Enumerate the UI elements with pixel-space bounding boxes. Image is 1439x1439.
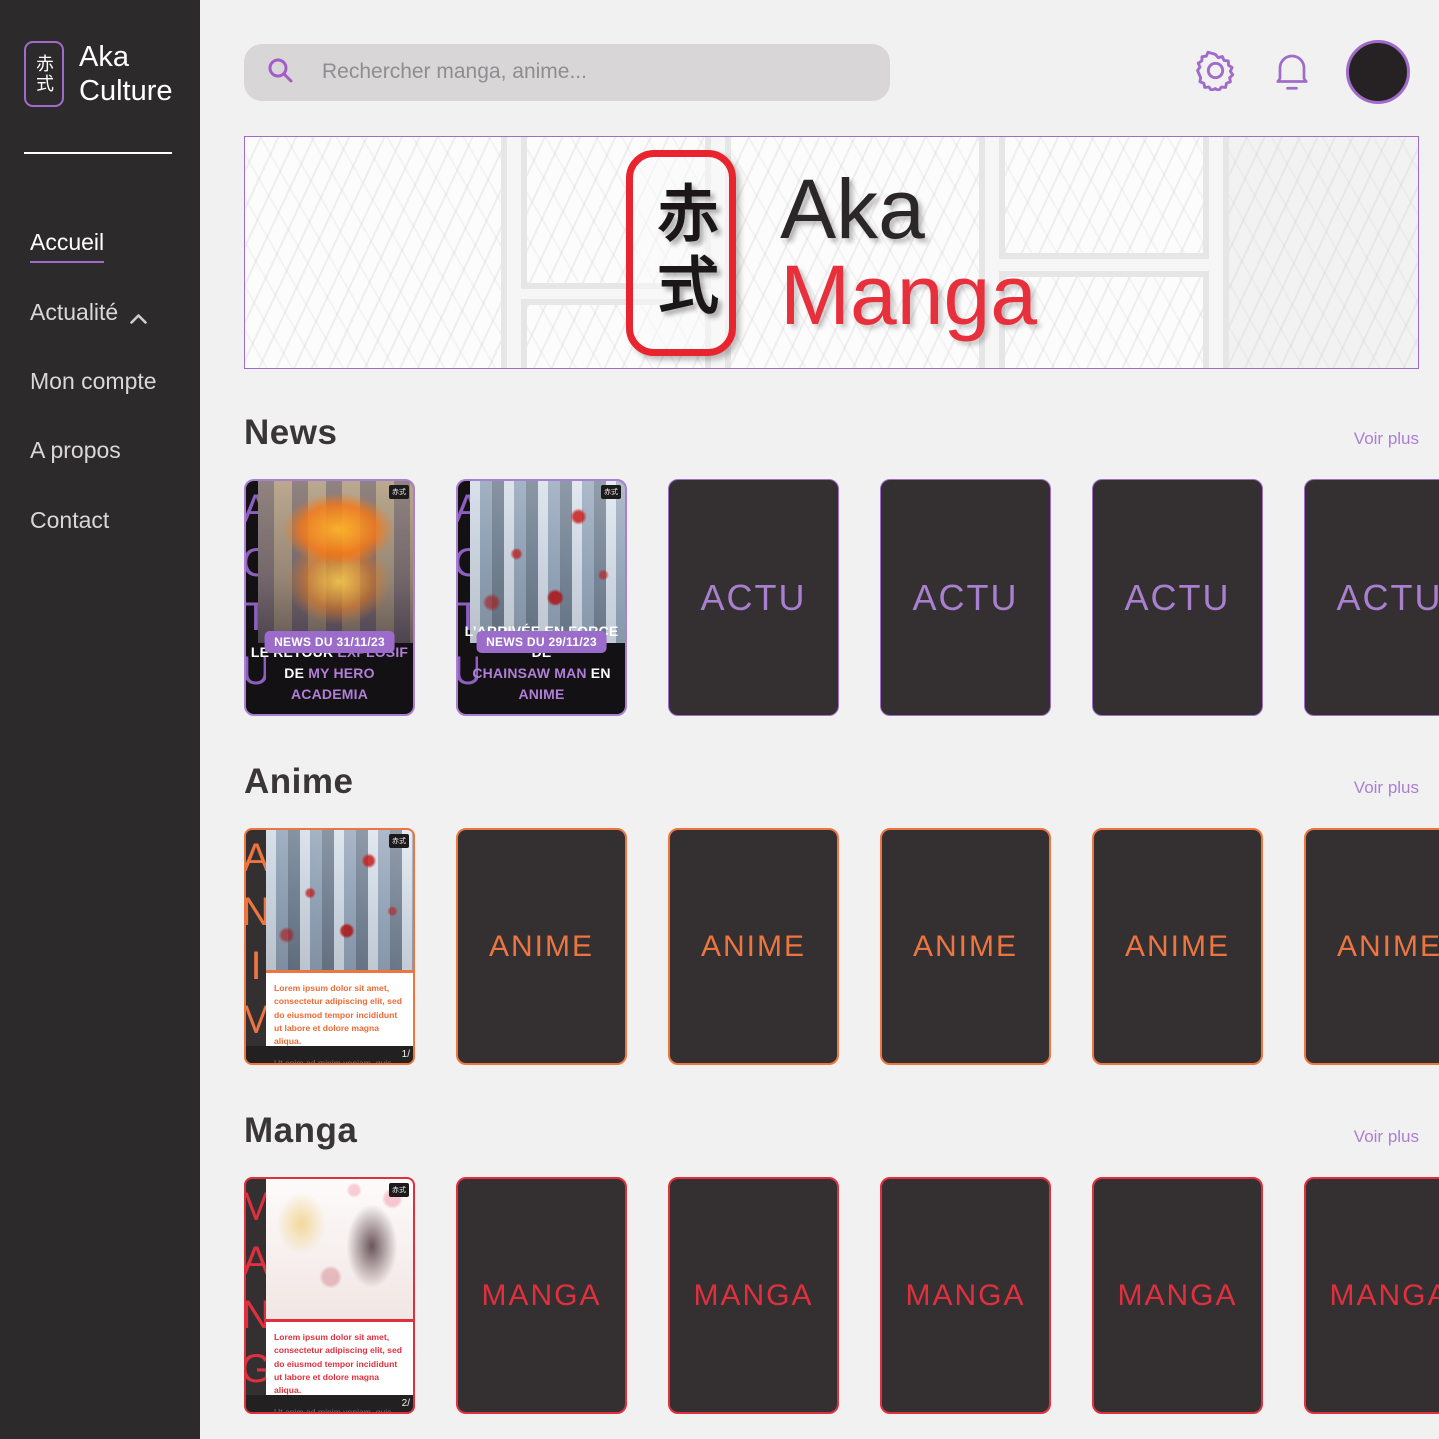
search-bar[interactable] — [244, 44, 890, 101]
section-title-anime: Anime — [244, 762, 353, 802]
news-placeholder-card[interactable]: ACTU — [1304, 479, 1439, 716]
manga-placeholder-card[interactable]: MANGA — [1304, 1177, 1439, 1414]
settings-button[interactable] — [1195, 50, 1236, 94]
anime-placeholder-card[interactable]: ANIME — [668, 828, 839, 1065]
manga-placeholder-card[interactable]: MANGA — [668, 1177, 839, 1414]
news-placeholder-card[interactable]: ACTU — [668, 479, 839, 716]
anime-placeholder-card[interactable]: ANIME — [1092, 828, 1263, 1065]
sidebar-nav: Accueil Actualité Mon compte A propos Co… — [24, 230, 200, 576]
sidebar-divider — [24, 152, 172, 154]
banner-kanji-badge: 赤式 — [626, 150, 736, 356]
sidebar-item-a-propos[interactable]: A propos — [30, 438, 200, 470]
card-lead-text: Lorem ipsum dolor sit amet, consectetur … — [274, 1331, 405, 1398]
hero-banner: 赤式 Aka Manga — [244, 136, 1419, 369]
manga-card-text: Lorem ipsum dolor sit amet, consectetur … — [266, 1322, 413, 1395]
manga-placeholder-card[interactable]: MANGA — [456, 1177, 627, 1414]
manga-voir-plus-link[interactable]: Voir plus — [1354, 1127, 1419, 1147]
manga-placeholder-card[interactable]: MANGA — [1092, 1177, 1263, 1414]
logo-kanji-badge: 赤式 — [24, 41, 64, 107]
anime-card-text: Lorem ipsum dolor sit amet, consectetur … — [266, 973, 413, 1046]
sidebar-item-actualite[interactable]: Actualité — [30, 300, 200, 332]
caption-text: DE — [284, 665, 308, 681]
sidebar-item-label: Accueil — [30, 230, 104, 262]
caption-text: EN — [587, 665, 611, 681]
app-logo: 赤式 Aka Culture — [24, 40, 200, 108]
main-content: 赤式 Aka Manga News Voir plus ACTU 赤式 NEWS… — [200, 0, 1439, 1439]
anime-placeholder-card[interactable]: ANIME — [880, 828, 1051, 1065]
manga-card-image: 赤式 — [266, 1179, 413, 1319]
app-name-line2: Culture — [79, 74, 173, 108]
anime-row: ANIME 赤式 Lorem ipsum dolor sit amet, con… — [244, 828, 1439, 1065]
card-lead-text: Lorem ipsum dolor sit amet, consectetur … — [274, 982, 405, 1049]
anime-card-image: 赤式 — [266, 830, 413, 970]
sidebar-item-accueil[interactable]: Accueil — [30, 230, 200, 262]
caption-text-highlight: CHAINSAW MAN — [472, 665, 586, 681]
search-input[interactable] — [320, 59, 868, 85]
news-voir-plus-link[interactable]: Voir plus — [1354, 429, 1419, 449]
notifications-button[interactable] — [1274, 50, 1310, 95]
card-vertical-label: MANGA — [246, 1179, 266, 1412]
anime-voir-plus-link[interactable]: Voir plus — [1354, 778, 1419, 798]
anime-section-header: Anime Voir plus — [244, 762, 1419, 802]
news-row: ACTU 赤式 NEWS DU 31/11/23 LE RETOUR EXPLO… — [244, 479, 1439, 716]
news-date-badge: NEWS DU 31/11/23 — [264, 631, 395, 653]
news-card-chainsaw-man[interactable]: ACTU 赤式 NEWS DU 29/11/23 L’ARRIVÉE EN FO… — [456, 479, 627, 716]
news-placeholder-card[interactable]: ACTU — [880, 479, 1051, 716]
sidebar: 赤式 Aka Culture Accueil Actualité Mon com… — [0, 0, 200, 1439]
sidebar-item-label: A propos — [30, 438, 121, 470]
card-body-text: Ut enim ad minim veniam, quis nostrud ex… — [274, 1057, 405, 1065]
sidebar-item-mon-compte[interactable]: Mon compte — [30, 369, 200, 401]
gear-icon — [1195, 50, 1236, 94]
app-name-line1: Aka — [79, 40, 173, 74]
watermark-logo: 赤式 — [389, 834, 409, 848]
news-section-header: News Voir plus — [244, 413, 1419, 453]
anime-placeholder-card[interactable]: ANIME — [456, 828, 627, 1065]
sidebar-item-label: Mon compte — [30, 369, 157, 401]
search-icon — [266, 56, 294, 89]
anime-feature-card[interactable]: ANIME 赤式 Lorem ipsum dolor sit amet, con… — [244, 828, 415, 1065]
manga-feature-card[interactable]: MANGA 赤式 Lorem ipsum dolor sit amet, con… — [244, 1177, 415, 1414]
watermark-logo: 赤式 — [601, 485, 621, 499]
news-card-my-hero-academia[interactable]: ACTU 赤式 NEWS DU 31/11/23 LE RETOUR EXPLO… — [244, 479, 415, 716]
manga-section-header: Manga Voir plus — [244, 1111, 1419, 1151]
caption-text-highlight: ANIME — [518, 686, 564, 702]
bell-icon — [1274, 50, 1310, 95]
news-card-image: 赤式 — [470, 481, 625, 643]
sidebar-item-label: Actualité — [30, 300, 118, 332]
card-vertical-label: ANIME — [246, 830, 266, 1063]
banner-title-bottom: Manga — [780, 253, 1037, 339]
manga-row: MANGA 赤式 Lorem ipsum dolor sit amet, con… — [244, 1177, 1439, 1414]
watermark-logo: 赤式 — [389, 1183, 409, 1197]
top-bar — [244, 40, 1439, 104]
card-body-text: Ut enim ad minim veniam, quis nostrud ex… — [274, 1406, 405, 1414]
news-date-badge: NEWS DU 29/11/23 — [476, 631, 607, 653]
app-name: Aka Culture — [79, 40, 173, 108]
section-title-manga: Manga — [244, 1111, 357, 1151]
avatar[interactable] — [1346, 40, 1410, 104]
news-placeholder-card[interactable]: ACTU — [1092, 479, 1263, 716]
banner-title-top: Aka — [780, 167, 1037, 253]
banner-logo: 赤式 Aka Manga — [245, 137, 1418, 368]
watermark-logo: 赤式 — [389, 485, 409, 499]
manga-placeholder-card[interactable]: MANGA — [880, 1177, 1051, 1414]
sidebar-item-label: Contact — [30, 508, 109, 540]
anime-placeholder-card[interactable]: ANIME — [1304, 828, 1439, 1065]
chevron-up-icon — [130, 304, 147, 329]
sidebar-item-contact[interactable]: Contact — [30, 508, 200, 540]
news-card-image: 赤式 — [258, 481, 413, 643]
section-title-news: News — [244, 413, 337, 453]
